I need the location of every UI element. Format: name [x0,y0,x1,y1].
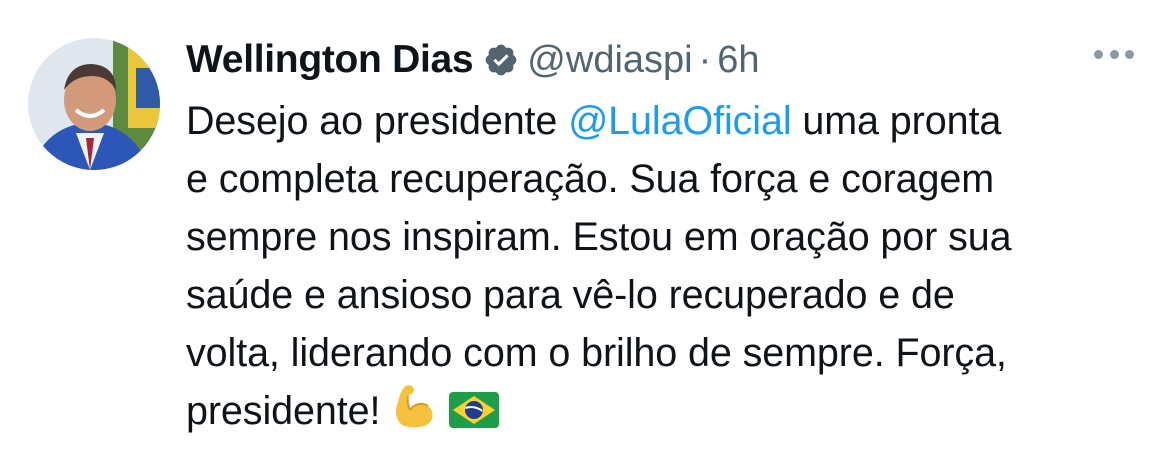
tweet-line: Desejo ao presidente @LulaOficial uma pr… [186,92,1146,150]
author-name[interactable]: Wellington Dias [186,38,474,82]
tweet-line: presidente! [186,382,1146,446]
more-dot [1109,49,1119,59]
tweet-line: sempre nos inspiram. Estou em oração por… [186,215,1012,259]
tweet-line: saúde e ansioso para vê-lo recuperado e … [186,273,955,317]
tweet-text: Desejo ao presidente @LulaOficial uma pr… [186,92,1146,446]
profile-photo [28,38,160,170]
tweet-line: volta, liderando com o brilho de sempre.… [186,331,1007,375]
more-dot [1094,49,1103,59]
tweet-card[interactable]: Wellington Dias @wdiaspi · 6h Desejo ao … [0,0,1170,457]
author-handle[interactable]: @wdiaspi [527,39,692,82]
mention-link[interactable]: @LulaOficial [568,99,791,143]
brazil-flag-icon [448,388,500,446]
separator-dot: · [698,38,712,81]
tweet-text-segment: uma pronta [791,99,1002,143]
timestamp[interactable]: 6h [717,39,759,82]
more-horizontal-icon[interactable] [1094,46,1134,62]
more-dot [1125,49,1134,59]
tweet-header: Wellington Dias @wdiaspi · 6h [186,32,760,88]
tweet-line: e completa recuperação. Sua força e cora… [186,157,995,201]
tweet-text-segment: presidente! [186,389,381,433]
verified-badge-icon [483,42,519,78]
avatar[interactable] [28,38,160,170]
flexed-biceps-icon [390,382,438,446]
tweet-text-segment: Desejo ao presidente [186,99,569,143]
